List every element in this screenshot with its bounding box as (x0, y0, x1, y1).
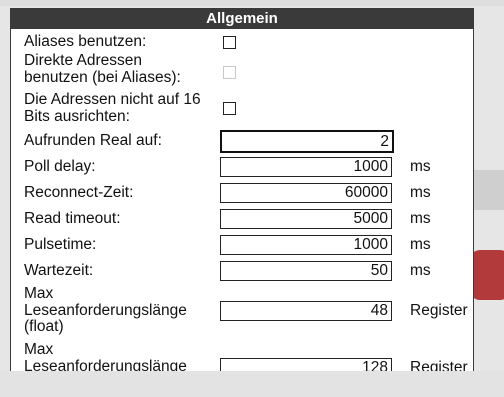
setting-row-wait-time: Wartezeit: ms (11, 260, 473, 284)
setting-label: Aliases benutzen: (24, 33, 147, 50)
setting-row-reconnect: Reconnect-Zeit: ms (11, 182, 473, 206)
aliases-checkbox[interactable] (223, 36, 236, 49)
round-real-input[interactable] (220, 130, 394, 153)
setting-row-round-real: Aufrunden Real auf: (11, 130, 473, 154)
setting-row-no-align: Die Adressen nicht auf 16 Bits ausrichte… (11, 91, 473, 128)
poll-delay-input[interactable] (220, 157, 392, 177)
pulsetime-input[interactable] (220, 235, 392, 255)
settings-panel: Allgemein Aliases benutzen: Direkte Adre… (10, 8, 474, 372)
setting-label: Max Leseanforderungslänge (24, 341, 187, 372)
setting-label: Poll delay: (24, 158, 96, 175)
unit-label: Register (410, 359, 468, 372)
read-timeout-input[interactable] (220, 209, 392, 229)
unit-label: Register (410, 302, 468, 319)
background-decoration (0, 0, 504, 6)
setting-label: Direkte Adressen benutzen (bei Aliases): (24, 52, 181, 86)
setting-row-pulsetime: Pulsetime: ms (11, 234, 473, 258)
max-read-length-float-input[interactable] (220, 301, 392, 321)
unit-label: ms (410, 158, 431, 175)
setting-row-max-read: Max Leseanforderungslänge Register (11, 341, 473, 372)
setting-row-max-read-float: Max Leseanforderungslänge (float) Regist… (11, 285, 473, 340)
setting-label: Max Leseanforderungslänge (float) (24, 285, 187, 335)
unit-label: ms (410, 210, 431, 227)
bottom-bar (0, 371, 504, 397)
setting-row-read-timeout: Read timeout: ms (11, 208, 473, 232)
setting-label: Wartezeit: (24, 262, 94, 279)
max-read-length-input[interactable] (220, 358, 392, 372)
setting-row-poll-delay: Poll delay: ms (11, 156, 473, 180)
unit-label: ms (410, 262, 431, 279)
no-align-checkbox[interactable] (223, 102, 236, 115)
unit-label: ms (410, 236, 431, 253)
unit-label: ms (410, 184, 431, 201)
setting-row-aliases: Aliases benutzen: (11, 33, 473, 51)
wait-time-input[interactable] (220, 261, 392, 281)
setting-label: Die Adressen nicht auf 16 Bits ausrichte… (24, 91, 201, 125)
setting-row-direct-addresses: Direkte Adressen benutzen (bei Aliases): (11, 52, 473, 89)
direct-addresses-checkbox[interactable] (223, 66, 236, 79)
setting-label: Pulsetime: (24, 236, 97, 253)
setting-label: Aufrunden Real auf: (24, 132, 162, 149)
setting-label: Reconnect-Zeit: (24, 184, 134, 201)
panel-title: Allgemein (11, 9, 473, 29)
background-decoration (470, 250, 504, 300)
reconnect-time-input[interactable] (220, 183, 392, 203)
setting-label: Read timeout: (24, 210, 121, 227)
